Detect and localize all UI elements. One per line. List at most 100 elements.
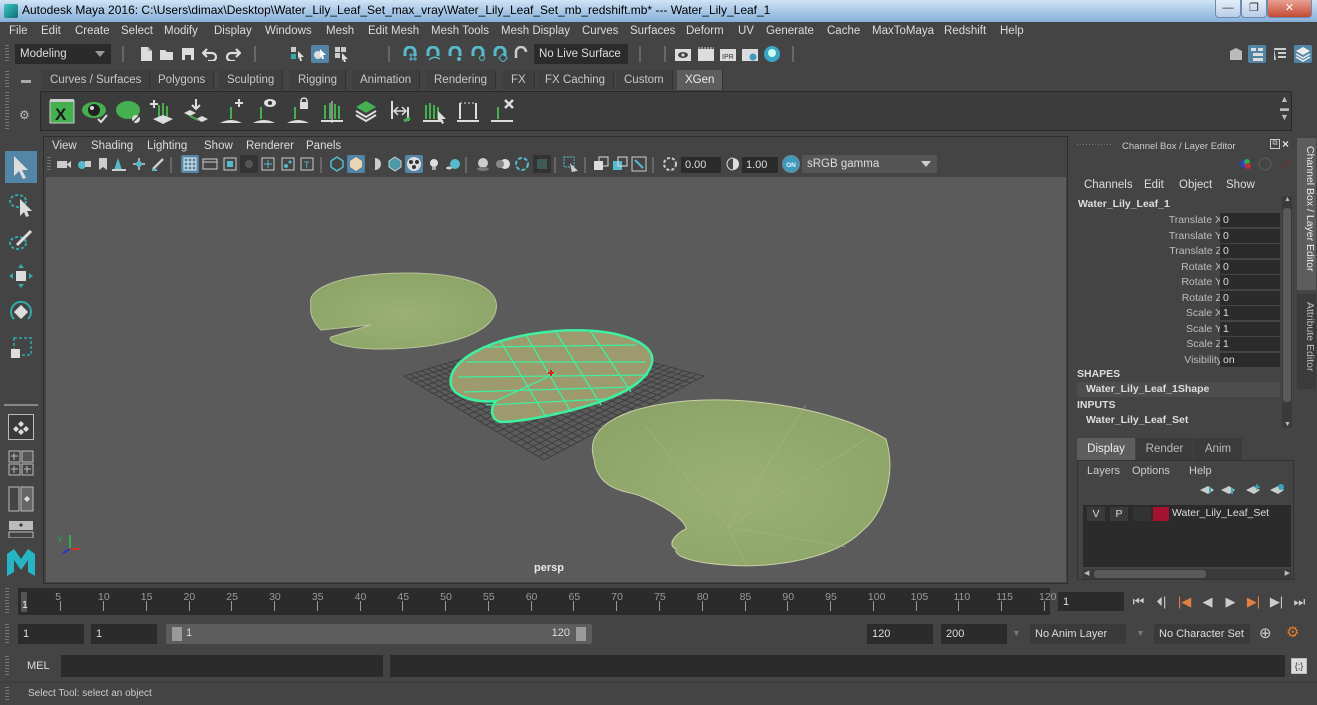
step-forward-key-icon[interactable]: ▶| [1245,594,1262,610]
shelf-settings-gear-icon[interactable]: ⚙ [19,108,30,122]
channel-row[interactable]: Rotate Z0 [1072,290,1294,306]
image-plane-icon[interactable] [110,155,128,173]
channel-label[interactable]: Rotate X [1181,261,1222,273]
move-layer-down-icon[interactable] [1220,485,1236,498]
character-set-dropdown[interactable]: No Character Set [1154,624,1250,644]
scroll-up-arrow-icon[interactable]: ▲ [1284,196,1291,203]
channel-row[interactable]: Scale Y1 [1072,321,1294,337]
selected-object-name[interactable]: Water_Lily_Leaf_1 [1078,198,1170,210]
isolate-select-icon[interactable] [562,155,580,173]
playback-start-field[interactable]: 1 [91,624,157,644]
add-guide-icon[interactable] [217,97,245,125]
channel-row[interactable]: Scale Z1 [1072,337,1294,352]
channel-value-field[interactable]: 1 [1220,321,1280,336]
gamma-field[interactable]: 1.00 [742,157,778,173]
range-slider-grip[interactable] [5,624,9,644]
scroll-down-arrow-icon[interactable]: ▼ [1284,421,1291,428]
single-perspective-layout-button[interactable] [8,414,34,440]
channel-row[interactable]: Visibility on [1072,352,1294,368]
go-to-start-icon[interactable]: ⏮ [1130,594,1147,610]
live-surface-field[interactable]: No Live Surface [534,44,628,64]
animation-end-field[interactable]: 200 [941,624,1007,644]
layer-menu-options[interactable]: Options [1132,465,1170,477]
channel-row[interactable]: Rotate X0 [1072,259,1294,275]
channel-label[interactable]: Translate Z [1169,245,1222,257]
shelf-tab-polygons[interactable]: Polygons [150,70,215,90]
two-pane-layout-button[interactable] [8,486,34,512]
select-by-object-type-icon[interactable] [311,45,329,63]
motion-blur-icon[interactable] [494,155,512,173]
command-input[interactable] [61,655,383,677]
scroll-left-arrow-icon[interactable]: ◀ [1084,569,1089,577]
gamma-icon[interactable] [724,155,742,173]
xgen-patches-icon[interactable] [352,97,380,125]
range-start-handle[interactable] [172,627,182,641]
menu-file[interactable]: File [9,25,28,37]
current-frame-field[interactable]: 1 [1058,592,1124,611]
resolution-gate-icon[interactable] [221,155,239,173]
delete-guide-icon[interactable] [488,97,516,125]
place-guides-icon[interactable] [182,97,210,125]
menu-edit-mesh[interactable]: Edit Mesh [368,25,419,37]
viewport-3d-canvas[interactable]: /* grid lines generated below */ y persp [46,177,1066,582]
step-back-key-icon[interactable]: |◀ [1176,594,1193,610]
exposure-icon[interactable] [661,155,679,173]
select-by-hierarchy-icon[interactable] [289,45,307,63]
viewport-menu-shading[interactable]: Shading [91,140,133,152]
channel-value-field[interactable]: 0 [1220,290,1280,305]
scrollbar-thumb[interactable] [1094,570,1206,578]
menu-modify[interactable]: Modify [164,25,198,37]
shelf-tab-sculpting[interactable]: Sculpting [219,70,284,90]
panel-grip[interactable] [1077,144,1112,145]
go-to-end-icon[interactable]: ⏭ [1291,594,1308,610]
channel-value-field[interactable]: 0 [1220,259,1280,274]
channel-label[interactable]: Translate Y [1169,230,1222,242]
menu-help[interactable]: Help [1000,25,1024,37]
layer-display-type-toggle[interactable] [1133,507,1151,521]
layer-tab-display[interactable]: Display [1077,438,1135,460]
cb-menu-channels[interactable]: Channels [1084,179,1133,191]
time-slider[interactable]: 1 5 10 15 20 25 30 35 40 45 50 55 60 65 70 75 80 85 90 95 1… [18,588,1057,615]
menu-generate[interactable]: Generate [766,25,814,37]
range-slider[interactable]: 1 120 [166,624,592,644]
viewport-toolbar-grip[interactable] [47,157,51,171]
layer-tab-render[interactable]: Render [1136,438,1193,460]
wireframe-icon[interactable] [328,155,346,173]
menu-windows[interactable]: Windows [265,25,312,37]
render-settings-icon[interactable] [741,45,759,63]
move-tool[interactable] [5,260,37,292]
smooth-shade-all-icon[interactable] [347,155,365,173]
playback-end-field[interactable]: 120 [867,624,933,644]
channel-label[interactable]: Scale Y [1186,323,1222,335]
character-set-chevron-icon[interactable]: ▼ [1136,628,1145,638]
lasso-tool[interactable] [5,188,37,220]
layer-tab-anim[interactable]: Anim [1194,438,1242,460]
cb-menu-object[interactable]: Object [1179,179,1212,191]
shape-node-item[interactable]: Water_Lily_Leaf_1Shape [1077,382,1280,397]
save-scene-icon[interactable] [179,45,197,63]
depth-of-field-icon[interactable] [533,155,551,173]
input-node-item[interactable]: Water_Lily_Leaf_Set [1086,414,1188,426]
menu-mesh-display[interactable]: Mesh Display [501,25,570,37]
xgen-hide-icon[interactable] [115,97,143,125]
grid-toggle-icon[interactable] [181,155,199,173]
play-forwards-icon[interactable]: ▶ [1222,594,1239,610]
scale-tool[interactable] [5,332,37,364]
channel-label[interactable]: Rotate Y [1181,276,1222,288]
layer-visibility-toggle[interactable]: V [1087,507,1105,521]
grease-pencil-icon[interactable] [149,155,167,173]
hypershade-icon[interactable] [763,45,781,63]
channel-row[interactable]: Translate Z0 [1072,244,1294,259]
layer-list-hscrollbar[interactable]: ◀ ▶ [1083,569,1291,579]
layer-menu-layers[interactable]: Layers [1087,465,1120,477]
create-empty-layer-icon[interactable] [1245,483,1261,498]
select-by-component-type-icon[interactable] [333,45,351,63]
guide-length-icon[interactable] [386,97,414,125]
channel-value-field[interactable]: 1 [1220,306,1280,320]
2d-pan-zoom-icon[interactable] [130,155,148,173]
xray-joints-icon[interactable] [630,155,648,173]
layer-menu-help[interactable]: Help [1189,465,1212,477]
close-button[interactable]: ✕ [1267,0,1312,18]
snap-to-projected-center-icon[interactable] [469,45,487,63]
select-camera-icon[interactable] [55,155,73,173]
